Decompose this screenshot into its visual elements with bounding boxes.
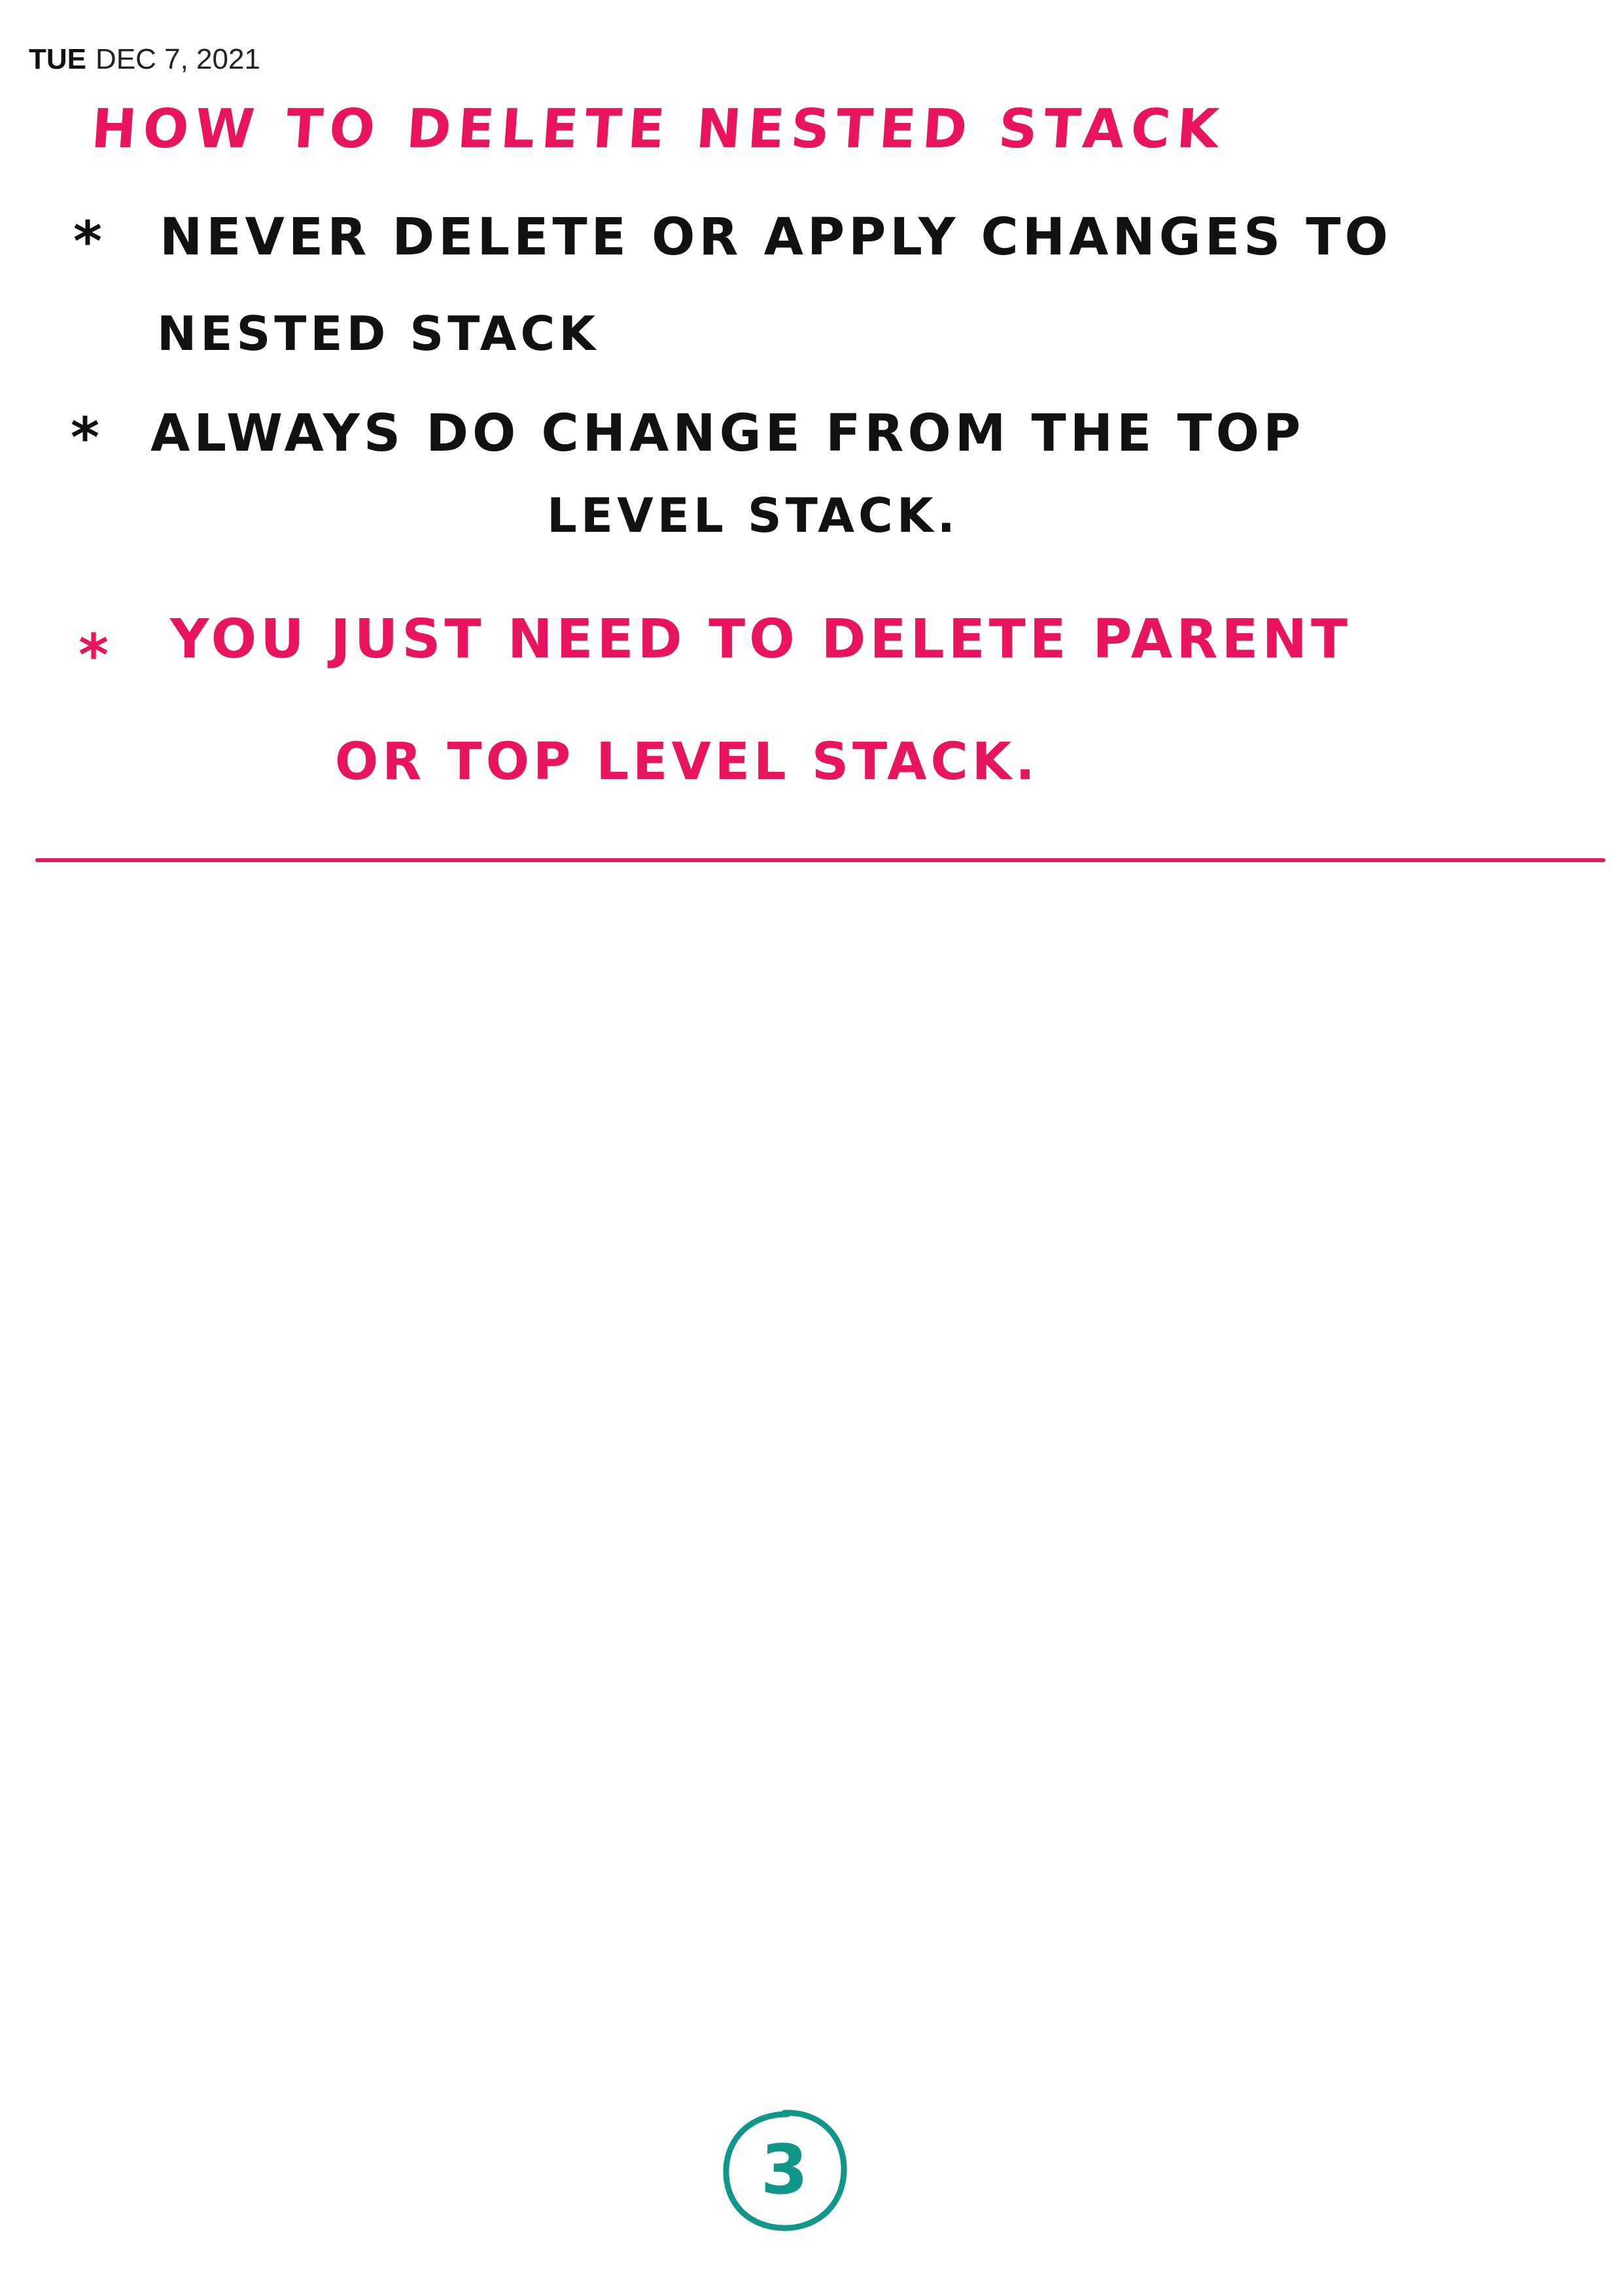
bullet-marker: * <box>73 209 102 273</box>
page-number: 3 <box>717 2105 852 2235</box>
date-label: DEC 7, 2021 <box>96 43 260 75</box>
bullet-2-line-1: ALWAYS DO CHANGE FROM THE TOP <box>150 404 1305 463</box>
bullet-2-line-2: LEVEL STACK. <box>547 488 959 543</box>
date-header: TUE DEC 7, 2021 <box>29 43 260 76</box>
day-label: TUE <box>29 43 86 75</box>
bullet-marker: * <box>79 621 109 689</box>
page-number-label: 3 <box>760 2130 809 2210</box>
bullet-1-line-1: NEVER DELETE OR APPLY CHANGES TO <box>160 208 1392 267</box>
bullet-marker: * <box>71 406 99 470</box>
bullet-3-line-1: YOU JUST NEED TO DELETE PARENT <box>170 608 1352 670</box>
notebook-page: TUE DEC 7, 2021 HOW TO DELETE NESTED STAC… <box>0 0 1623 2296</box>
bullet-3-line-2: OR TOP LEVEL STACK. <box>335 733 1039 791</box>
section-divider <box>35 858 1605 862</box>
bullet-1-line-2: NESTED STACK <box>157 306 600 361</box>
note-title: HOW TO DELETE NESTED STACK <box>89 98 1227 160</box>
